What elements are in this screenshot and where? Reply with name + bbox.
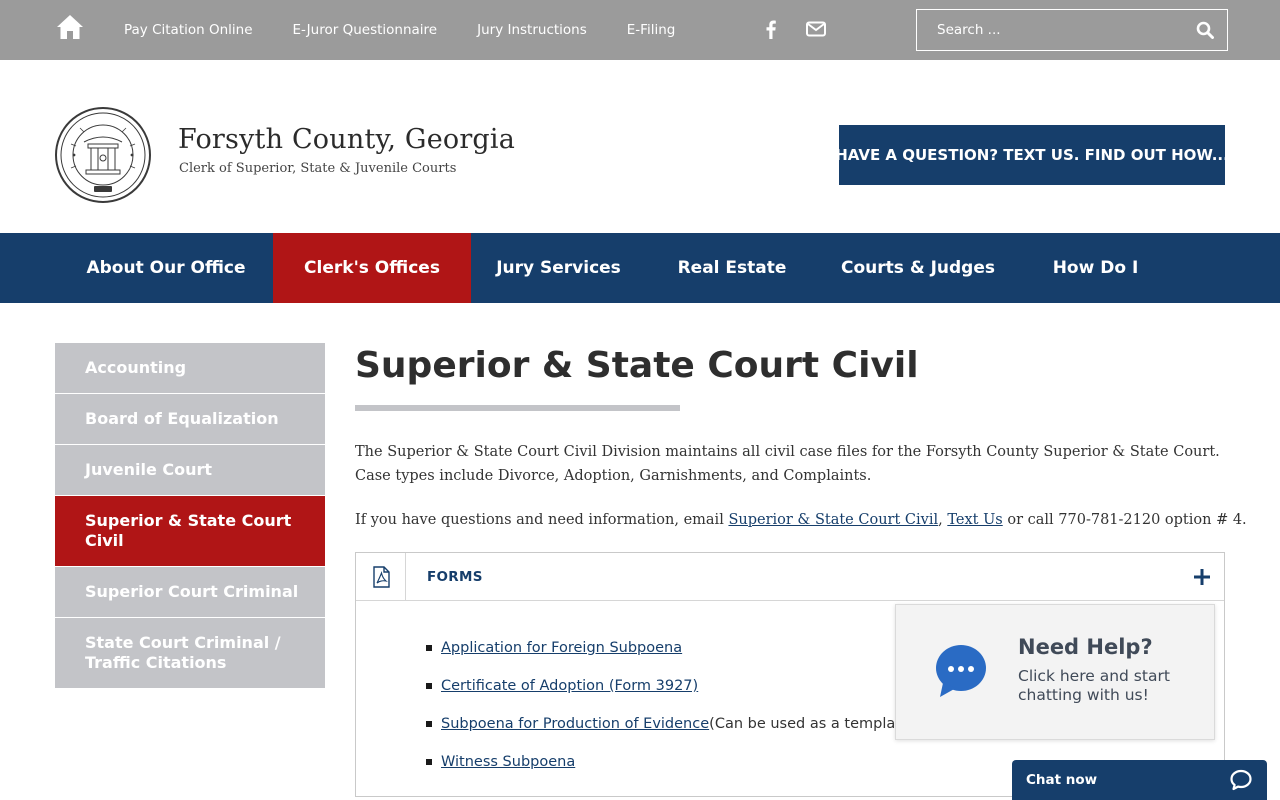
page-title: Superior & State Court Civil (355, 345, 919, 386)
forms-panel-header[interactable]: FORMS (356, 553, 1224, 601)
list-item: Certificate of Adoption (Form 3927) (426, 667, 910, 705)
certificate-of-adoption-link[interactable]: Certificate of Adoption (Form 3927) (441, 678, 698, 694)
nav-about-our-office[interactable]: About Our Office (60, 233, 272, 303)
nav-real-estate[interactable]: Real Estate (646, 233, 818, 303)
chat-icon (1230, 769, 1252, 791)
civil-email-link[interactable]: Superior & State Court Civil (728, 512, 938, 528)
need-help-text: Click here and start chatting with us! (1018, 667, 1170, 704)
site-subtitle: Clerk of Superior, State & Juvenile Cour… (179, 161, 457, 176)
search-box (916, 9, 1228, 51)
pay-citation-link[interactable]: Pay Citation Online (124, 22, 253, 38)
need-help-popup[interactable]: Need Help? Click here and start chatting… (895, 604, 1215, 740)
chat-bubble-icon (936, 645, 986, 697)
sidebar: Accounting Board of Equalization Juvenil… (55, 343, 325, 688)
e-filing-link[interactable]: E-Filing (627, 22, 676, 38)
sidebar-item-board-of-equalization[interactable]: Board of Equalization (55, 394, 325, 445)
text-us-cta-button[interactable]: HAVE A QUESTION? TEXT US. FIND OUT HOW..… (835, 125, 1229, 185)
bullet-icon (426, 683, 432, 689)
contact-separator: , (938, 512, 948, 528)
search-input[interactable] (917, 10, 1183, 50)
subpoena-production-link[interactable]: Subpoena for Production of Evidence (441, 716, 709, 732)
nav-clerks-offices[interactable]: Clerk's Offices (273, 233, 471, 303)
form-note: (Can be used as a template (709, 716, 910, 732)
utility-links: Pay Citation Online E-Juror Questionnair… (124, 0, 715, 60)
sidebar-item-accounting[interactable]: Accounting (55, 343, 325, 394)
chat-now-button[interactable]: Chat now (1012, 760, 1267, 800)
main-nav: About Our Office Clerk's Offices Jury Se… (0, 233, 1280, 303)
jury-instructions-link[interactable]: Jury Instructions (477, 22, 587, 38)
contact-suffix: or call 770-781-2120 option # 4. (1002, 512, 1247, 528)
nav-jury-services[interactable]: Jury Services (471, 233, 646, 303)
contact-paragraph: If you have questions and need informati… (355, 508, 1247, 532)
text-us-link[interactable]: Text Us (947, 512, 1002, 528)
list-item: Subpoena for Production of Evidence (Can… (426, 705, 910, 743)
forms-panel-label: FORMS (427, 569, 483, 585)
need-help-title: Need Help? (1018, 635, 1153, 659)
magnifier-icon (1196, 21, 1214, 39)
state-seal-icon[interactable] (54, 106, 152, 204)
intro-paragraph: The Superior & State Court Civil Divisio… (355, 444, 1220, 484)
witness-subpoena-link[interactable]: Witness Subpoena (441, 754, 575, 770)
foreign-subpoena-link[interactable]: Application for Foreign Subpoena (441, 640, 682, 656)
bullet-icon (426, 759, 432, 765)
bullet-icon (426, 721, 432, 727)
home-icon[interactable] (56, 14, 84, 40)
facebook-icon[interactable] (760, 18, 782, 40)
sidebar-item-superior-court-criminal[interactable]: Superior Court Criminal (55, 567, 325, 618)
search-button[interactable] (1183, 10, 1227, 50)
forms-list: Application for Foreign Subpoena Certifi… (426, 629, 910, 781)
sidebar-item-state-court-criminal[interactable]: State Court Criminal / Traffic Citations (55, 618, 325, 688)
sidebar-item-juvenile-court[interactable]: Juvenile Court (55, 445, 325, 496)
list-item: Witness Subpoena (426, 743, 910, 781)
bullet-icon (426, 645, 432, 651)
title-divider (355, 405, 680, 411)
sidebar-item-superior-state-court-civil[interactable]: Superior & State Court Civil (55, 496, 325, 567)
pdf-icon (356, 553, 406, 601)
envelope-icon[interactable] (805, 18, 827, 40)
utility-bar: Pay Citation Online E-Juror Questionnair… (0, 0, 1280, 60)
nav-how-do-i[interactable]: How Do I (1018, 233, 1173, 303)
nav-courts-judges[interactable]: Courts & Judges (818, 233, 1018, 303)
site-title[interactable]: Forsyth County, Georgia (178, 124, 515, 155)
contact-prefix: If you have questions and need informati… (355, 512, 729, 528)
plus-icon[interactable] (1190, 565, 1214, 589)
e-juror-questionnaire-link[interactable]: E-Juror Questionnaire (293, 22, 438, 38)
chat-now-label: Chat now (1026, 772, 1098, 788)
list-item: Application for Foreign Subpoena (426, 629, 910, 667)
